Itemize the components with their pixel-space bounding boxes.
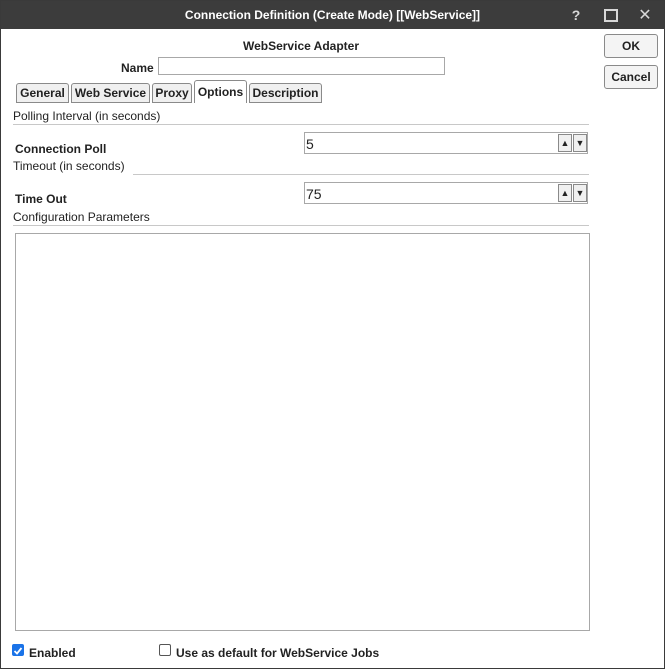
tab-web-service[interactable]: Web Service <box>71 83 150 103</box>
name-label: Name <box>121 61 154 75</box>
use-as-default-checkbox[interactable] <box>159 644 171 656</box>
maximize-icon[interactable] <box>596 1 626 29</box>
close-icon[interactable]: ✕ <box>630 1 660 29</box>
tab-general[interactable]: General <box>16 83 69 103</box>
enabled-label[interactable]: Enabled <box>29 646 76 660</box>
divider <box>13 124 589 125</box>
divider <box>133 174 589 175</box>
configuration-parameters-textarea[interactable] <box>15 233 590 631</box>
cancel-button[interactable]: Cancel <box>604 65 658 89</box>
spin-down-icon[interactable]: ▼ <box>573 134 587 152</box>
time-out-label: Time Out <box>15 192 67 206</box>
connection-poll-value[interactable]: 5 <box>306 136 314 152</box>
maximize-box <box>604 8 618 22</box>
polling-interval-caption: Polling Interval (in seconds) <box>13 109 161 123</box>
divider <box>13 225 589 226</box>
time-out-stepper[interactable]: 75 ▲ ▼ <box>304 182 588 204</box>
spin-up-icon[interactable]: ▲ <box>558 184 572 202</box>
ok-button[interactable]: OK <box>604 34 658 58</box>
connection-definition-dialog: Connection Definition (Create Mode) [[We… <box>0 0 665 669</box>
enabled-checkbox[interactable] <box>12 644 24 656</box>
connection-poll-stepper[interactable]: 5 ▲ ▼ <box>304 132 588 154</box>
title-bar[interactable]: Connection Definition (Create Mode) [[We… <box>1 1 664 29</box>
adapter-title: WebService Adapter <box>242 39 360 53</box>
tab-description[interactable]: Description <box>249 83 322 103</box>
name-input[interactable] <box>158 57 445 75</box>
tab-proxy[interactable]: Proxy <box>152 83 192 103</box>
spin-up-icon[interactable]: ▲ <box>558 134 572 152</box>
timeout-caption: Timeout (in seconds) <box>13 159 125 173</box>
configuration-parameters-caption: Configuration Parameters <box>13 210 150 224</box>
time-out-value[interactable]: 75 <box>306 186 322 202</box>
checkmark-icon <box>13 647 23 655</box>
spin-down-icon[interactable]: ▼ <box>573 184 587 202</box>
connection-poll-label: Connection Poll <box>15 142 107 156</box>
help-icon[interactable]: ? <box>561 1 591 29</box>
use-as-default-label[interactable]: Use as default for WebService Jobs <box>176 646 379 660</box>
tab-options[interactable]: Options <box>194 80 247 103</box>
